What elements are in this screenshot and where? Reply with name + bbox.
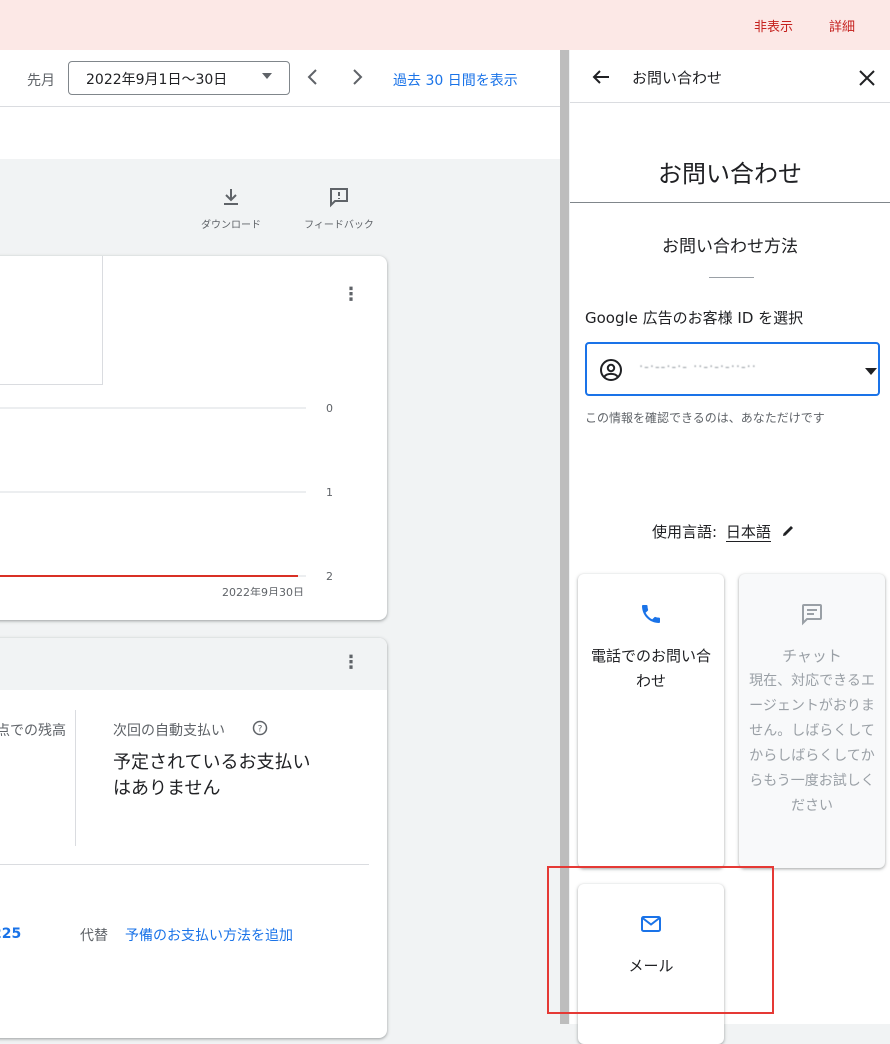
select-arrow-icon [865,368,877,375]
back-arrow-icon[interactable] [590,66,612,88]
chat-icon [802,604,822,626]
close-icon[interactable] [857,68,877,88]
feedback-icon [330,188,348,208]
method-title: お問い合わせ方法 [662,237,798,257]
panel-main-title: お問い合わせ [658,160,802,188]
phone-icon [642,605,660,623]
header-divider [570,102,890,103]
detail-link[interactable]: 詳細 [829,16,855,35]
chat-unavailable-message: 現在、対応できるエージェントがおりません。しばらくしてからしばらくしてからもう一… [749,673,875,814]
help-icon[interactable]: ? [252,720,268,736]
alt-label: 代替 [80,928,108,944]
prev-month-label[interactable]: 先月 [27,70,55,90]
language-row: 使用言語: 日本語 [652,521,796,542]
highlight-box [547,866,774,1014]
feedback-button[interactable]: フィードバック [298,186,380,236]
language-value[interactable]: 日本語 [725,523,771,542]
customer-id-label: Google 広告のお客様 ID を選択 [585,309,804,327]
y-tick-label: 2 [326,570,333,583]
filter-bar [0,107,560,159]
download-button[interactable]: ダウンロード [196,186,266,236]
panel-header-title: お問い合わせ [632,69,723,87]
add-backup-payment-link[interactable]: 予備のお支払い方法を追加 [125,925,293,945]
notification-banner: 非表示 詳細 [0,0,890,50]
chat-contact-tile: チャット 現在、対応できるエージェントがおりません。しばらくしてからしばらくして… [739,574,885,868]
title-divider [570,202,890,203]
hide-link[interactable]: 非表示 [754,16,793,35]
privacy-note: この情報を確認できるのは、あなただけです [585,411,825,425]
line-chart: 2 1 0 2022年9月30日 [0,402,333,596]
billing-card: ⋮ 点での残高 次回の自動支払い ? 予定されているお支払いはありません 225… [0,638,387,1038]
chevron-right-icon[interactable] [347,66,367,88]
x-tick-label: 2022年9月30日 [222,585,304,596]
account-circle-icon [600,359,622,381]
chart-legend-box [0,256,103,385]
download-icon [224,189,238,205]
next-payment-value: 予定されているお支払いはありません [113,752,311,799]
billing-more-icon[interactable]: ⋮ [342,652,360,673]
feedback-label: フィードバック [304,220,374,231]
show-30-days-link[interactable]: 過去 30 日間を表示 [393,70,518,90]
svg-text:?: ? [258,725,263,735]
short-divider [709,277,754,278]
chat-title: チャット [782,647,842,665]
y-tick-label: 1 [326,486,333,499]
date-toolbar: 先月 2022年9月1日〜30日 過去 30 日間を表示 [0,50,560,107]
dropdown-arrow-icon [262,73,272,79]
balance-label: 点での残高 [0,723,66,739]
chart-card: ⋮ 2 1 0 2022年9月30日 [0,256,387,620]
y-tick-label: 0 [326,402,333,415]
date-range-value: 2022年9月1日〜30日 [86,72,228,88]
amount-fragment[interactable]: 225 [0,926,21,942]
phone-label: 電話でのお問い合わせ [590,647,711,690]
more-options-icon[interactable]: ⋮ [342,284,360,305]
language-label: 使用言語: [652,523,718,541]
separator [0,864,369,865]
next-payment-label: 次回の自動支払い [113,723,225,739]
download-label: ダウンロード [201,220,261,231]
date-range-select[interactable]: 2022年9月1日〜30日 [68,61,290,95]
customer-id-value: ·-·--·-·- ··-·-·-··-·· [639,360,757,375]
divider [75,710,76,846]
phone-contact-tile[interactable]: 電話でのお問い合わせ [578,574,724,868]
billing-card-header [0,638,387,690]
edit-pencil-icon[interactable] [780,523,796,539]
chevron-left-icon[interactable] [303,66,323,88]
customer-id-select[interactable]: ·-·--·-·- ··-·-·-··-·· [585,342,880,396]
